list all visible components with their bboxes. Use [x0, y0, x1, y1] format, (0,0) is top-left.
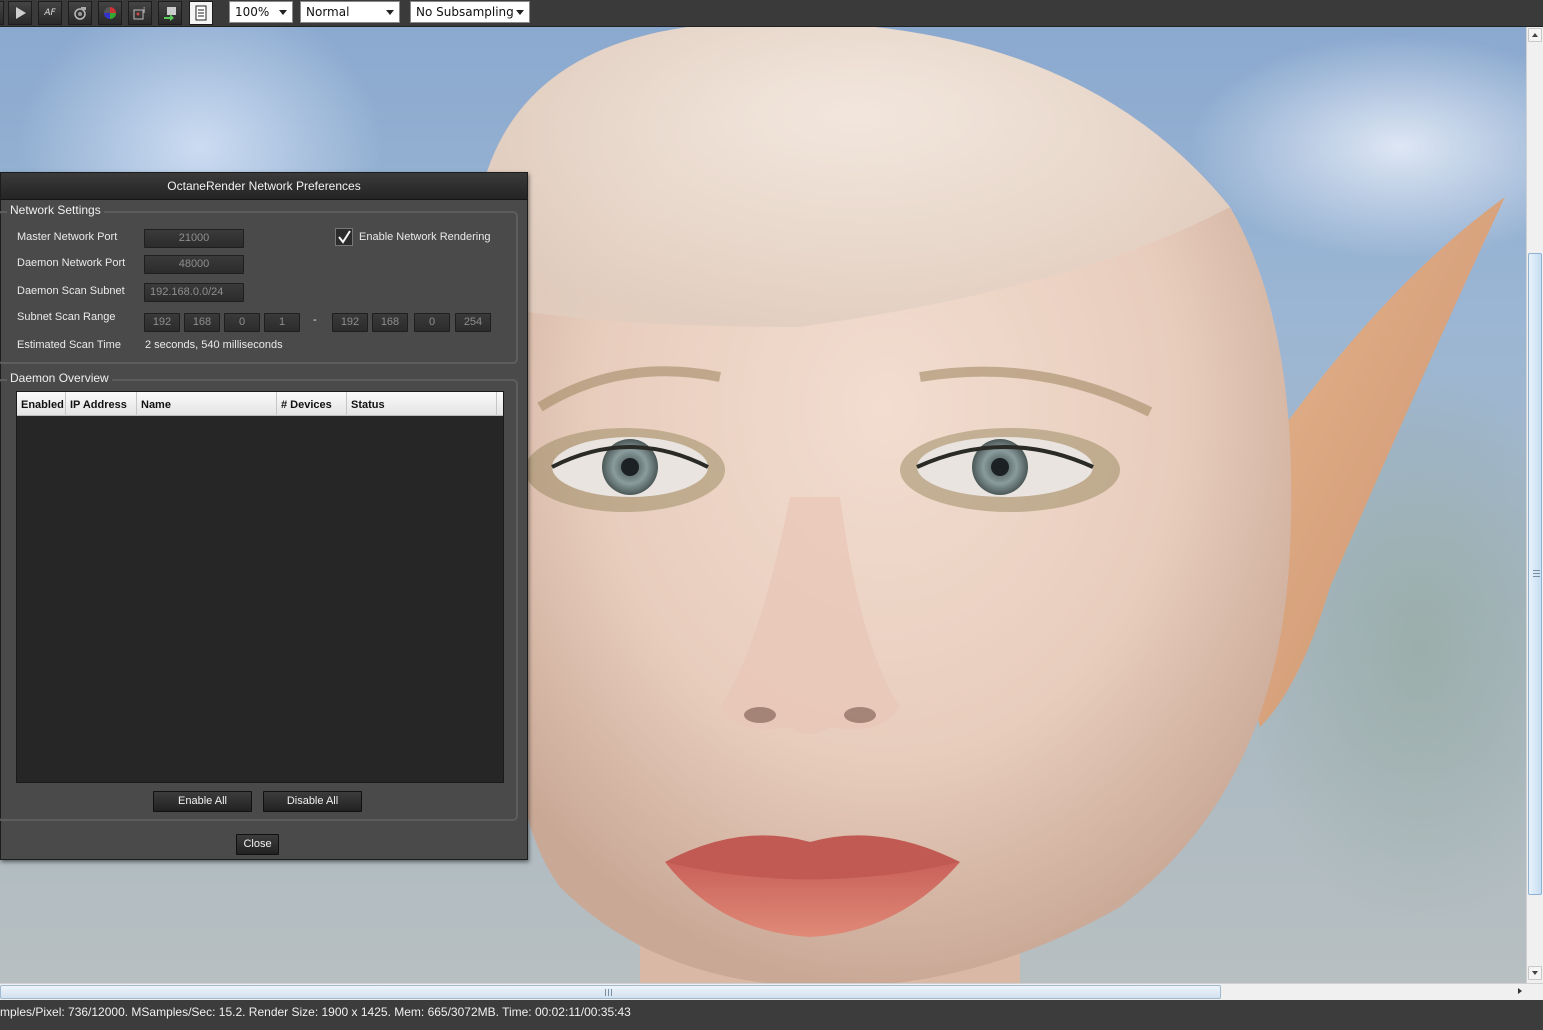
- scan-subnet-field[interactable]: 192.168.0.0/24: [144, 283, 244, 302]
- scan-time-label: Estimated Scan Time: [17, 339, 121, 351]
- column-ip-address[interactable]: IP Address: [66, 392, 137, 416]
- scan-range-label: Subnet Scan Range: [17, 311, 116, 323]
- range-end-octet-4[interactable]: 254: [455, 313, 491, 332]
- chevron-down-icon: [516, 10, 524, 15]
- range-start-octet-1[interactable]: 192: [144, 313, 180, 332]
- render-stats: mples/Pixel: 736/12000. MSamples/Sec: 15…: [0, 1005, 631, 1019]
- chevron-up-icon: [1532, 33, 1538, 37]
- scroll-down-button[interactable]: [1528, 966, 1542, 980]
- zoom-select[interactable]: 100%: [229, 1, 293, 23]
- scan-subnet-label: Daemon Scan Subnet: [17, 285, 125, 297]
- daemon-overview-title: Daemon Overview: [7, 371, 112, 385]
- table-header: Enabled IP Address Name # Devices Status: [17, 392, 503, 416]
- play-button[interactable]: [8, 1, 32, 25]
- camera-icon: [74, 7, 86, 20]
- subsampling-value: No Subsampling: [416, 5, 514, 19]
- grip-icon: [1533, 570, 1540, 578]
- disable-all-button[interactable]: Disable All: [263, 791, 362, 812]
- daemon-port-field[interactable]: 48000: [144, 255, 244, 274]
- export-icon: [164, 7, 176, 21]
- range-separator: -: [313, 314, 317, 326]
- info-icon: i: [133, 6, 145, 20]
- mode-select[interactable]: Normal: [300, 1, 400, 23]
- scroll-up-button[interactable]: [1528, 28, 1542, 42]
- enable-all-button[interactable]: Enable All: [153, 791, 252, 812]
- master-port-label: Master Network Port: [17, 231, 118, 243]
- horizontal-scrollbar[interactable]: [0, 983, 1543, 1000]
- toolbar: AF i 100% Normal No Subsampling: [0, 0, 1543, 27]
- document-icon: [195, 5, 207, 21]
- range-start-octet-2[interactable]: 168: [184, 313, 220, 332]
- status-bar: mples/Pixel: 736/12000. MSamples/Sec: 15…: [0, 1000, 1543, 1030]
- vertical-scrollbar[interactable]: [1526, 27, 1543, 983]
- close-button[interactable]: Close: [236, 834, 279, 855]
- zoom-value: 100%: [235, 5, 270, 19]
- chevron-right-icon[interactable]: [1518, 988, 1522, 994]
- scan-time-value: 2 seconds, 540 milliseconds: [145, 339, 283, 351]
- export-button[interactable]: [158, 1, 182, 25]
- chevron-down-icon: [279, 10, 287, 15]
- camera-button[interactable]: [68, 1, 92, 25]
- color-wheel-icon: [104, 7, 116, 19]
- af-icon: AF: [44, 8, 56, 18]
- daemon-table[interactable]: Enabled IP Address Name # Devices Status: [16, 391, 504, 783]
- subsampling-select[interactable]: No Subsampling: [410, 1, 530, 23]
- column-devices[interactable]: # Devices: [277, 392, 347, 416]
- enable-network-label[interactable]: Enable Network Rendering: [359, 231, 490, 243]
- checkmark-icon: [338, 230, 351, 244]
- master-port-field[interactable]: 21000: [144, 229, 244, 248]
- range-start-octet-3[interactable]: 0: [224, 313, 260, 332]
- vertical-scroll-thumb[interactable]: [1528, 253, 1542, 895]
- svg-text:i: i: [143, 6, 145, 15]
- dialog-title[interactable]: OctaneRender Network Preferences: [1, 173, 527, 200]
- network-preferences-dialog: OctaneRender Network Preferences Network…: [0, 172, 528, 860]
- toolbar-edge: [0, 1, 4, 25]
- info-button[interactable]: i: [128, 1, 152, 25]
- range-end-octet-3[interactable]: 0: [414, 313, 450, 332]
- color-wheel-button[interactable]: [98, 1, 122, 25]
- play-icon: [16, 7, 26, 19]
- column-status[interactable]: Status: [347, 392, 497, 416]
- horizontal-scroll-thumb[interactable]: [0, 985, 1221, 999]
- daemon-port-label: Daemon Network Port: [17, 257, 126, 269]
- range-end-octet-2[interactable]: 168: [372, 313, 408, 332]
- column-enabled[interactable]: Enabled: [17, 392, 66, 416]
- range-end-octet-1[interactable]: 192: [332, 313, 368, 332]
- chevron-down-icon: [1532, 971, 1538, 975]
- enable-network-checkbox[interactable]: [335, 228, 353, 246]
- af-button[interactable]: AF: [38, 1, 62, 25]
- document-button[interactable]: [189, 1, 213, 25]
- mode-value: Normal: [306, 5, 350, 19]
- column-name[interactable]: Name: [137, 392, 277, 416]
- chevron-down-icon: [386, 10, 394, 15]
- range-start-octet-4[interactable]: 1: [264, 313, 300, 332]
- network-settings-title: Network Settings: [7, 203, 104, 217]
- grip-icon: [605, 989, 613, 996]
